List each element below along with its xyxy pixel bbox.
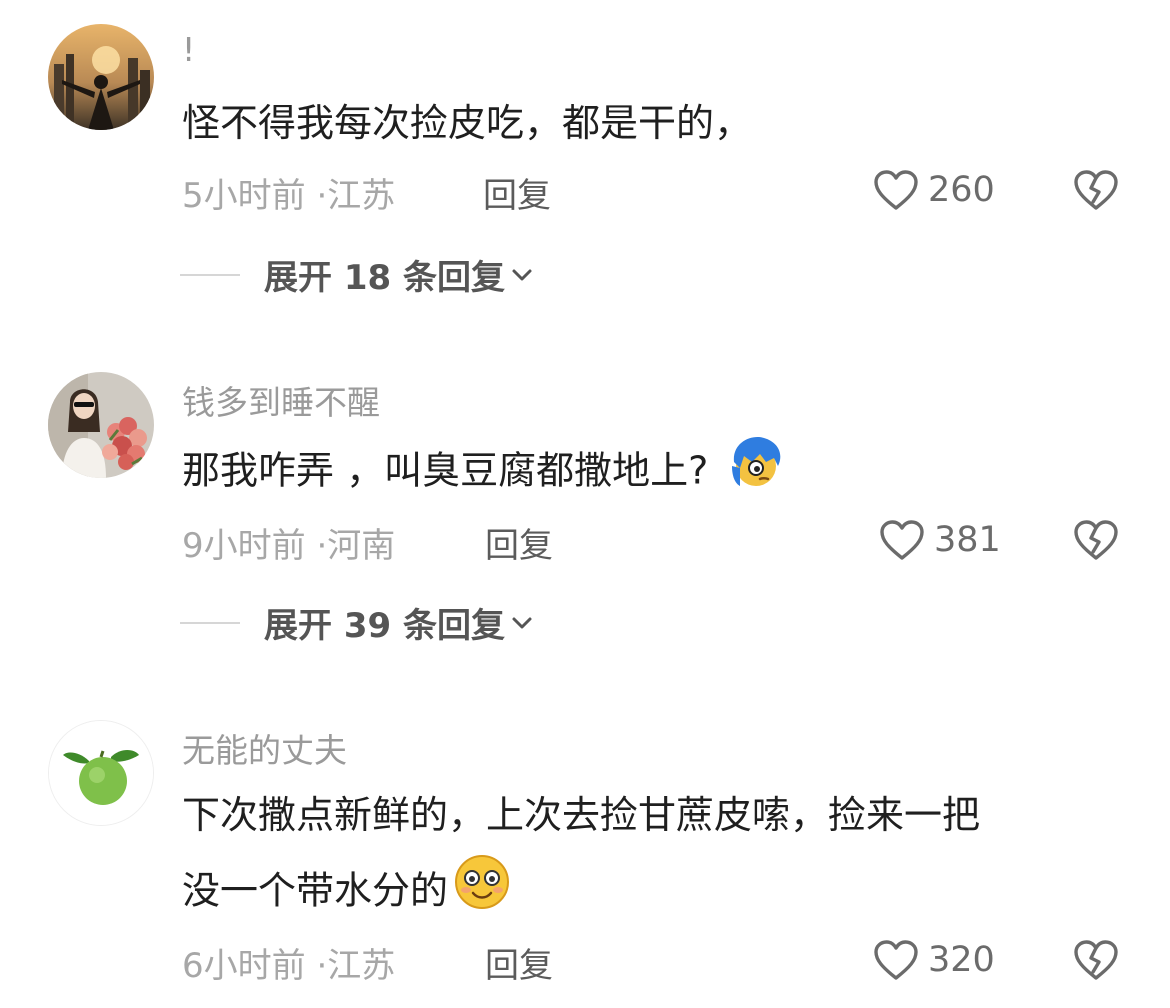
comment-location: 江苏	[327, 946, 396, 986]
dislike-button[interactable]	[1072, 518, 1120, 566]
heart-outline-icon	[880, 520, 924, 560]
like-count: 260	[928, 170, 995, 210]
comment-meta: 6小时前 ·江苏	[182, 938, 395, 987]
meta-separator: ·	[316, 526, 328, 566]
reply-button[interactable]: 回复	[485, 938, 553, 987]
blue-hair-emoji-icon	[726, 432, 786, 514]
like-count: 381	[934, 520, 1001, 560]
heart-outline-icon	[874, 940, 918, 980]
avatar[interactable]	[48, 24, 154, 130]
comment-text: 下次撒点新鲜的，上次去捡甘蔗皮嗦，捡来一把	[182, 793, 981, 837]
expand-replies-button[interactable]: 展开 18 条回复	[180, 250, 533, 299]
comment-meta: 9小时前 ·河南	[182, 518, 395, 567]
comment-location: 河南	[327, 526, 396, 566]
broken-heart-icon	[1074, 940, 1118, 980]
username[interactable]: 钱多到睡不醒	[182, 376, 380, 424]
expand-replies-label: 展开 18 条回复	[264, 250, 505, 299]
reply-button[interactable]: 回复	[485, 518, 553, 567]
comment-text-line2: 没一个带水分的	[182, 852, 512, 934]
expand-prefix: 展开	[264, 258, 332, 298]
expand-prefix: 展开	[264, 606, 332, 646]
comment-time: 6小时前	[182, 946, 306, 986]
avatar-image	[49, 721, 153, 825]
heart-outline-icon	[874, 170, 918, 210]
expand-suffix: 条回复	[403, 606, 506, 646]
like-button[interactable]: 260	[872, 166, 995, 214]
comment-time: 9小时前	[182, 526, 306, 566]
reply-count: 18	[343, 258, 392, 298]
divider-line	[180, 273, 240, 276]
expand-suffix: 条回复	[403, 258, 506, 298]
like-button[interactable]: 320	[872, 936, 995, 984]
comment-meta: 5小时前 ·江苏	[182, 168, 395, 217]
smiling-face-emoji-icon	[452, 852, 512, 934]
username[interactable]: !	[182, 30, 195, 69]
expand-replies-label: 展开 39 条回复	[264, 598, 505, 647]
comment-text: 怪不得我每次捡皮吃，都是干的，	[182, 101, 753, 145]
expand-replies-button[interactable]: 展开 39 条回复	[180, 598, 533, 647]
comment-location: 江苏	[327, 176, 396, 216]
divider-line	[180, 621, 240, 624]
reply-count: 39	[343, 606, 392, 646]
chevron-down-icon	[512, 617, 532, 628]
username[interactable]: 无能的丈夫	[182, 724, 347, 772]
chevron-down-icon	[512, 269, 532, 280]
dislike-button[interactable]	[1072, 938, 1120, 986]
meta-separator: ·	[316, 176, 328, 216]
broken-heart-icon	[1074, 170, 1118, 210]
dislike-button[interactable]	[1072, 168, 1120, 216]
comment-text-content: 那我咋弄 ，叫臭豆腐都撒地上?	[182, 448, 709, 493]
reply-button[interactable]: 回复	[483, 168, 551, 217]
comment-time: 5小时前	[182, 176, 306, 216]
avatar-image	[48, 24, 154, 130]
comment-text-content: 没一个带水分的	[182, 868, 449, 913]
like-button[interactable]: 381	[878, 516, 1001, 564]
avatar-image	[48, 372, 154, 478]
avatar[interactable]	[48, 720, 154, 826]
like-count: 320	[928, 940, 995, 980]
avatar[interactable]	[48, 372, 154, 478]
meta-separator: ·	[316, 946, 328, 986]
broken-heart-icon	[1074, 520, 1118, 560]
comment-text: 那我咋弄 ，叫臭豆腐都撒地上?	[182, 432, 786, 514]
